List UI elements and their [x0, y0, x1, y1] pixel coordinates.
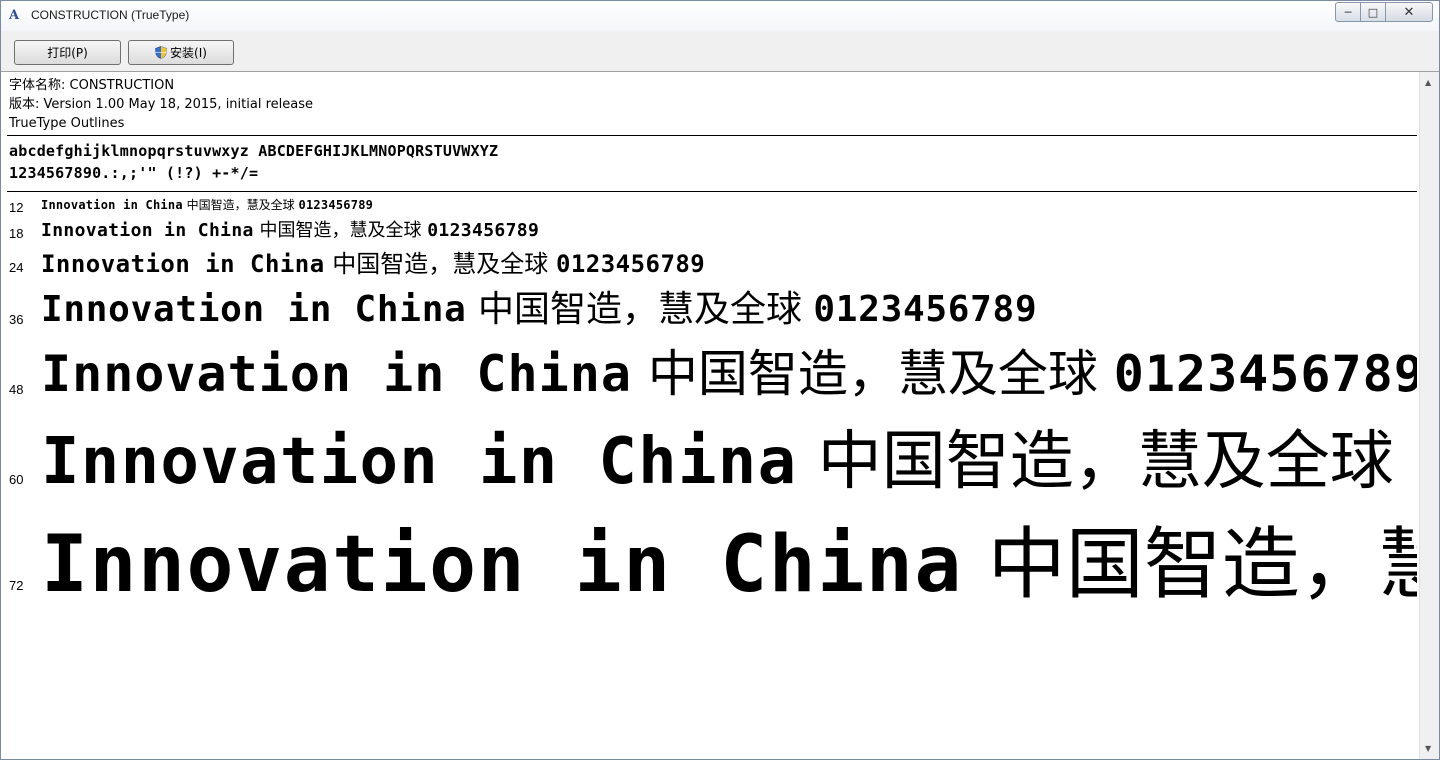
sample-digits: 0123456789 — [555, 250, 706, 278]
sample-row-36: 36 Innovation in China 中国智造，慧及全球 0123456… — [1, 280, 1417, 332]
toolbar: 打印(P) 安装(I) — [1, 31, 1439, 72]
sample-latin: Innovation in China — [41, 520, 963, 610]
font-outline-line: TrueType Outlines — [9, 116, 125, 131]
font-app-icon: A — [9, 8, 20, 23]
window-title: CONSTRUCTION (TrueType) — [31, 8, 190, 22]
sample-latin: Innovation in China — [41, 425, 798, 498]
font-version-line: 版本: Version 1.00 May 18, 2015, initial r… — [9, 97, 313, 112]
install-button-label: 安装(I) — [170, 46, 207, 60]
divider — [7, 191, 1417, 192]
sample-cjk: 中国智造，慧及全球 — [186, 198, 295, 212]
sample-cjk: 中国智造，慧及全球 — [817, 425, 1394, 498]
sample-latin: Innovation in China — [41, 289, 467, 330]
charset-letters: abcdefghijklmnopqrstuvwxyz ABCDEFGHIJKLM… — [9, 142, 499, 160]
sample-cjk: 中国智造，慧及全球 — [259, 220, 422, 241]
sample-row-60: 60 Innovation in China 中国智造，慧及全球 0123456… — [1, 410, 1417, 498]
sample-digits: 0123456789 — [427, 220, 540, 241]
sample-digits: 0123456789 — [1113, 345, 1417, 403]
maximize-icon: □ — [1367, 5, 1379, 19]
sample-size-label: 18 — [9, 226, 24, 241]
title-bar: A CONSTRUCTION (TrueType) ─ □ ✕ — [1, 1, 1439, 31]
sample-digits: 0123456789 — [1414, 425, 1417, 498]
divider — [7, 135, 1417, 136]
sample-text: Innovation in China 中国智造，慧及全球 0123456789 — [41, 502, 1417, 610]
sample-size-label: 24 — [9, 260, 24, 275]
sample-size-label: 60 — [9, 472, 24, 487]
install-button[interactable]: 安装(I) — [128, 40, 234, 65]
font-info: 字体名称: CONSTRUCTION 版本: Version 1.00 May … — [9, 76, 313, 133]
sample-row-18: 18 Innovation in China 中国智造，慧及全球 0123456… — [1, 216, 1417, 244]
minimize-icon: ─ — [1344, 5, 1352, 19]
maximize-button[interactable]: □ — [1361, 2, 1386, 22]
charset-preview: abcdefghijklmnopqrstuvwxyz ABCDEFGHIJKLM… — [9, 140, 498, 184]
sample-cjk: 中国智造，慧及全球 — [477, 289, 802, 330]
minimize-button[interactable]: ─ — [1335, 2, 1361, 22]
sample-size-label: 12 — [9, 200, 24, 215]
close-button[interactable]: ✕ — [1386, 2, 1433, 22]
sample-size-label: 48 — [9, 382, 24, 397]
sample-text: Innovation in China 中国智造，慧及全球 0123456789 — [41, 196, 373, 213]
scroll-down-icon[interactable]: ▼ — [1425, 744, 1431, 753]
sample-digits: 0123456789 — [298, 198, 374, 212]
sample-latin: Innovation in China — [41, 198, 183, 212]
sample-cjk: 中国智造，慧及全球 — [332, 250, 549, 278]
sample-row-48: 48 Innovation in China 中国智造，慧及全球 0123456… — [1, 334, 1417, 404]
sample-latin: Innovation in China — [41, 220, 254, 241]
sample-cjk: 中国智造，慧及全球 — [647, 345, 1098, 403]
print-button[interactable]: 打印(P) — [14, 40, 121, 65]
sample-text: Innovation in China 中国智造，慧及全球 0123456789 — [41, 244, 705, 278]
sample-row-24: 24 Innovation in China 中国智造，慧及全球 0123456… — [1, 244, 1417, 278]
sample-size-label: 72 — [9, 578, 24, 593]
print-button-label: 打印(P) — [47, 46, 88, 60]
vertical-scrollbar[interactable]: ▲ ▼ — [1419, 72, 1439, 759]
font-preview-area: 字体名称: CONSTRUCTION 版本: Version 1.00 May … — [1, 72, 1419, 759]
sample-row-72: 72 Innovation in China 中国智造，慧及全球 0123456… — [1, 502, 1417, 610]
sample-text: Innovation in China 中国智造，慧及全球 0123456789 — [41, 334, 1417, 404]
charset-digits-symbols: 1234567890.:,;'" (!?) +-*/= — [9, 164, 259, 182]
sample-text: Innovation in China 中国智造，慧及全球 0123456789 — [41, 280, 1037, 332]
sample-cjk: 中国智造，慧及全球 — [987, 520, 1417, 610]
sample-text: Innovation in China 中国智造，慧及全球 0123456789 — [41, 410, 1417, 498]
sample-size-label: 36 — [9, 312, 24, 327]
sample-latin: Innovation in China — [41, 250, 325, 278]
sample-digits: 0123456789 — [813, 289, 1038, 330]
sample-text: Innovation in China 中国智造，慧及全球 0123456789 — [41, 216, 539, 242]
scroll-up-icon[interactable]: ▲ — [1425, 78, 1431, 87]
close-icon: ✕ — [1403, 4, 1415, 20]
window-controls: ─ □ ✕ — [1335, 2, 1433, 22]
uac-shield-icon — [155, 46, 167, 59]
sample-latin: Innovation in China — [41, 345, 632, 403]
sample-row-12: 12 Innovation in China 中国智造，慧及全球 0123456… — [1, 196, 1417, 218]
font-name-line: 字体名称: CONSTRUCTION — [9, 78, 175, 93]
font-viewer-window: A CONSTRUCTION (TrueType) ─ □ ✕ 打印(P) 安装… — [0, 0, 1440, 760]
